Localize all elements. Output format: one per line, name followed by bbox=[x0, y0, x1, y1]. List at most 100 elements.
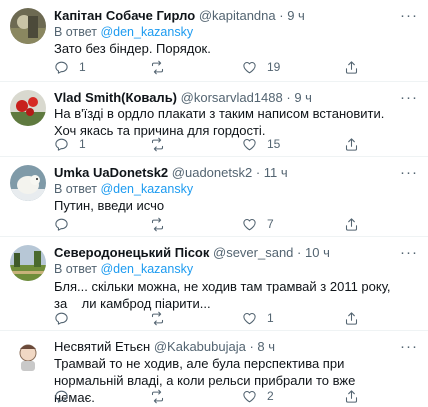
share-button[interactable] bbox=[344, 216, 359, 232]
timestamp[interactable]: 9 ч bbox=[287, 8, 305, 23]
more-options-icon[interactable]: ··· bbox=[400, 8, 418, 23]
reply-prefix: В ответ bbox=[54, 182, 97, 196]
tweet-text: Бля... скільки можна, не ходив там трамв… bbox=[54, 279, 395, 311]
mention-link[interactable]: @den_kazansky bbox=[100, 25, 193, 39]
tweet-header: Umka UaDonetsk2 @uadonetsk2 · 11 ч bbox=[54, 164, 398, 181]
share-icon bbox=[344, 137, 359, 152]
reply-button[interactable] bbox=[54, 216, 79, 232]
author-name[interactable]: Северодонецький Пісок bbox=[54, 245, 209, 260]
retweet-icon bbox=[150, 217, 165, 232]
tweet[interactable]: Капітан Собаче Гирло @kapitandna · 9 ч ·… bbox=[0, 0, 428, 82]
reply-icon bbox=[54, 217, 69, 232]
more-options-icon[interactable]: ··· bbox=[400, 245, 418, 260]
timestamp[interactable]: 8 ч bbox=[257, 339, 275, 354]
reply-button[interactable]: 1 bbox=[54, 59, 86, 75]
separator-dot: · bbox=[286, 90, 291, 105]
author-handle[interactable]: @Kakabubujaja bbox=[154, 339, 246, 354]
timestamp[interactable]: 11 ч bbox=[264, 165, 288, 180]
retweet-button[interactable] bbox=[150, 388, 175, 404]
share-button[interactable] bbox=[344, 59, 359, 75]
timestamp[interactable]: 9 ч bbox=[294, 90, 312, 105]
tweet-actions: 2 bbox=[54, 388, 374, 404]
like-count: 2 bbox=[267, 389, 274, 403]
tweet-header: Несвятий Етьєн @Kakabubujaja · 8 ч bbox=[54, 338, 398, 355]
like-count: 19 bbox=[267, 60, 281, 74]
author-handle[interactable]: @uadonetsk2 bbox=[172, 165, 252, 180]
like-button[interactable]: 7 bbox=[242, 216, 274, 232]
mention-link[interactable]: @den_kazansky bbox=[100, 182, 193, 196]
avatar[interactable] bbox=[10, 8, 46, 44]
retweet-icon bbox=[150, 389, 165, 404]
like-count: 1 bbox=[267, 311, 274, 325]
separator-dot: · bbox=[249, 339, 254, 354]
avatar-image bbox=[10, 245, 46, 281]
retweet-icon bbox=[150, 137, 165, 152]
avatar[interactable] bbox=[10, 165, 46, 201]
reply-icon bbox=[54, 137, 69, 152]
avatar-image bbox=[10, 8, 46, 44]
tweet-header: Vlad Smith(Коваль) @korsarvlad1488 · 9 ч bbox=[54, 89, 398, 106]
tweet-text: На в'їзді в ордло плакати з таким написо… bbox=[54, 106, 385, 138]
reply-context: В ответ @den_kazansky bbox=[54, 181, 193, 197]
retweet-icon bbox=[150, 60, 165, 75]
share-icon bbox=[344, 311, 359, 326]
heart-icon bbox=[242, 311, 257, 326]
more-options-icon[interactable]: ··· bbox=[400, 165, 418, 180]
avatar[interactable] bbox=[10, 245, 46, 281]
like-button[interactable]: 2 bbox=[242, 388, 274, 404]
tweet[interactable]: Несвятий Етьєн @Kakabubujaja · 8 ч ··· Т… bbox=[0, 331, 428, 407]
tweet-actions: 7 bbox=[54, 216, 374, 232]
tweet[interactable]: Vlad Smith(Коваль) @korsarvlad1488 · 9 ч… bbox=[0, 82, 428, 157]
mention-link[interactable]: @den_kazansky bbox=[100, 262, 193, 276]
reply-count: 1 bbox=[79, 60, 86, 74]
tweet[interactable]: Северодонецький Пісок @sever_sand · 10 ч… bbox=[0, 237, 428, 331]
more-options-icon[interactable]: ··· bbox=[400, 339, 418, 354]
heart-icon bbox=[242, 60, 257, 75]
avatar-image bbox=[10, 339, 46, 375]
retweet-button[interactable] bbox=[150, 310, 175, 326]
reply-prefix: В ответ bbox=[54, 25, 97, 39]
reply-icon bbox=[54, 311, 69, 326]
like-button[interactable]: 19 bbox=[242, 59, 280, 75]
reply-button[interactable] bbox=[54, 388, 79, 404]
tweet-actions: 1 bbox=[54, 310, 374, 326]
retweet-icon bbox=[150, 311, 165, 326]
more-options-icon[interactable]: ··· bbox=[400, 90, 418, 105]
author-handle[interactable]: @korsarvlad1488 bbox=[181, 90, 283, 105]
like-button[interactable]: 1 bbox=[242, 310, 274, 326]
retweet-button[interactable] bbox=[150, 59, 175, 75]
avatar[interactable] bbox=[10, 90, 46, 126]
tweet-header: Северодонецький Пісок @sever_sand · 10 ч bbox=[54, 244, 398, 261]
share-icon bbox=[344, 389, 359, 404]
author-name[interactable]: Капітан Собаче Гирло bbox=[54, 8, 195, 23]
reply-count: 1 bbox=[79, 137, 86, 151]
like-button[interactable]: 15 bbox=[242, 136, 280, 152]
reply-button[interactable] bbox=[54, 310, 79, 326]
share-button[interactable] bbox=[344, 136, 359, 152]
heart-icon bbox=[242, 217, 257, 232]
reply-context: В ответ @den_kazansky bbox=[54, 24, 193, 40]
share-icon bbox=[344, 217, 359, 232]
like-count: 7 bbox=[267, 217, 274, 231]
author-handle[interactable]: @kapitandna bbox=[199, 8, 276, 23]
retweet-button[interactable] bbox=[150, 216, 175, 232]
share-button[interactable] bbox=[344, 310, 359, 326]
separator-dot: · bbox=[297, 245, 302, 260]
author-name[interactable]: Umka UaDonetsk2 bbox=[54, 165, 168, 180]
avatar-image bbox=[10, 90, 46, 126]
retweet-button[interactable] bbox=[150, 136, 175, 152]
tweet-actions: 1 19 bbox=[54, 59, 374, 75]
author-handle[interactable]: @sever_sand bbox=[213, 245, 293, 260]
reply-icon bbox=[54, 60, 69, 75]
author-name[interactable]: Vlad Smith(Коваль) bbox=[54, 90, 177, 105]
reply-context: В ответ @den_kazansky bbox=[54, 261, 193, 277]
tweet-header: Капітан Собаче Гирло @kapitandna · 9 ч bbox=[54, 7, 398, 24]
reply-button[interactable]: 1 bbox=[54, 136, 86, 152]
avatar[interactable] bbox=[10, 339, 46, 375]
share-button[interactable] bbox=[344, 388, 359, 404]
timestamp[interactable]: 10 ч bbox=[305, 245, 330, 260]
tweet-text: Зато без біндер. Порядок. bbox=[54, 41, 211, 56]
author-name[interactable]: Несвятий Етьєн bbox=[54, 339, 150, 354]
tweet[interactable]: Umka UaDonetsk2 @uadonetsk2 · 11 ч ··· В… bbox=[0, 157, 428, 237]
tweet-actions: 1 15 bbox=[54, 136, 374, 152]
